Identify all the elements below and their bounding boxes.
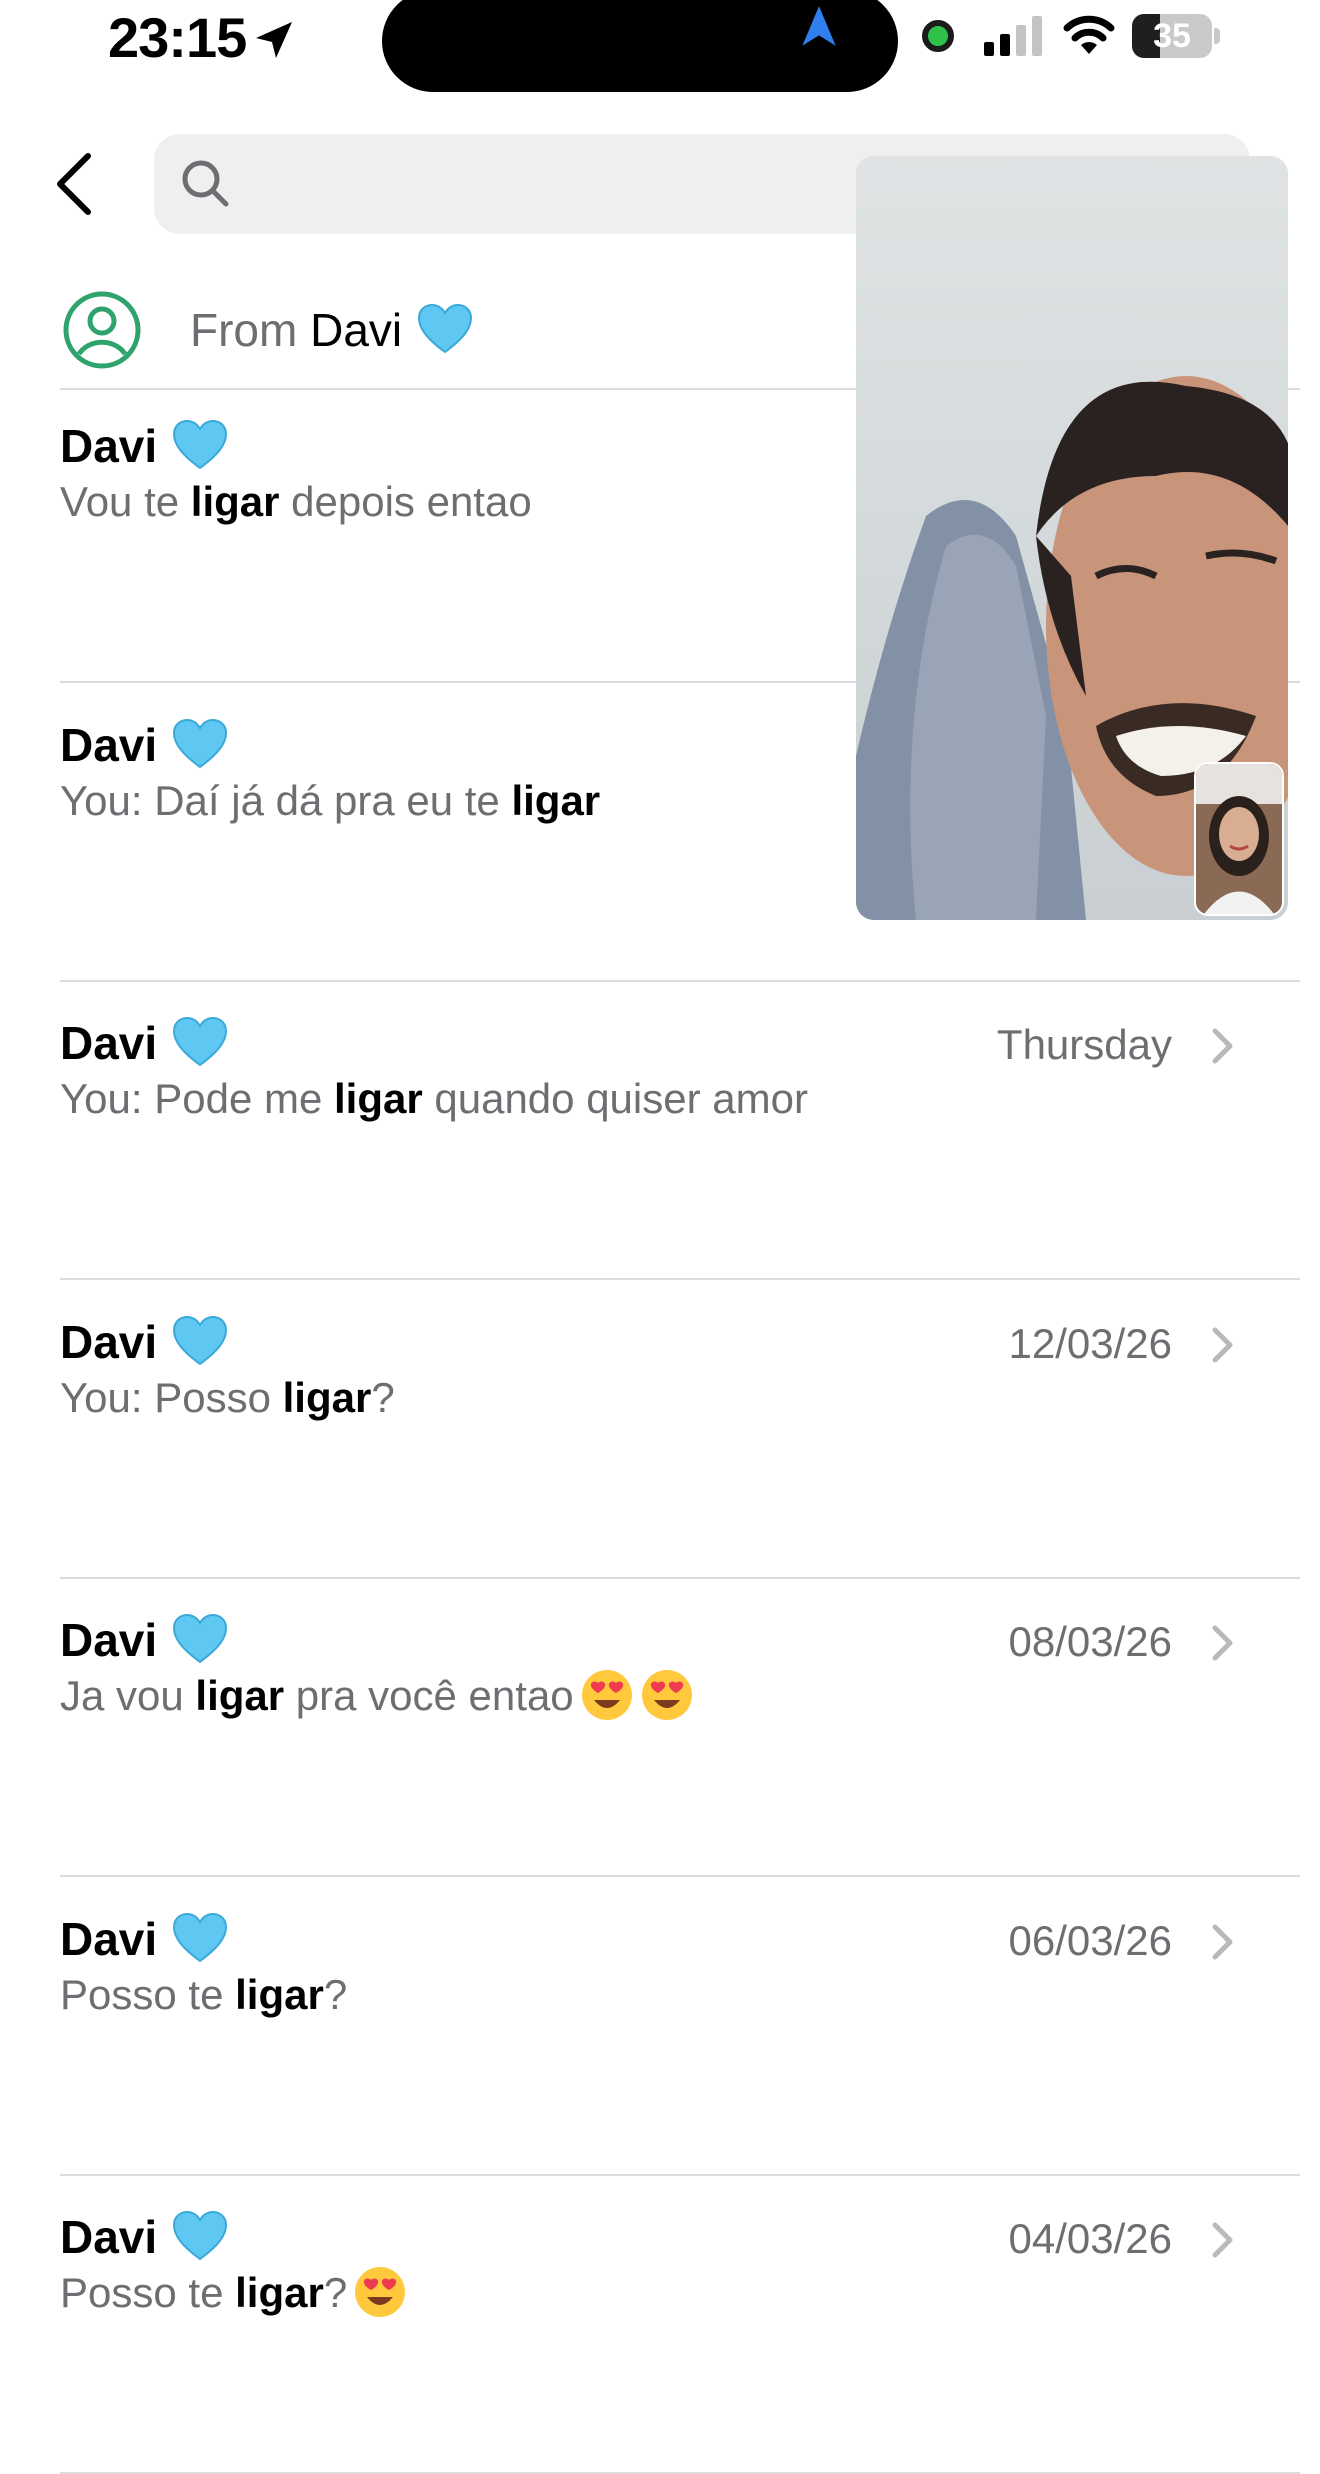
search-result-row[interactable]: Davi Posso te ligar? 04/03/26 bbox=[0, 2181, 1320, 2474]
result-snippet: Vou te ligar depois entao bbox=[60, 478, 532, 525]
search-match-highlight: ligar bbox=[235, 1970, 324, 2018]
divider bbox=[60, 1576, 1300, 1579]
chevron-right-icon bbox=[1212, 1028, 1233, 1064]
divider bbox=[60, 979, 1300, 982]
chevron-right-icon bbox=[1212, 1924, 1233, 1959]
camera-in-use-indicator bbox=[922, 20, 954, 52]
result-date: Thursday bbox=[996, 1021, 1172, 1068]
filter-label: From Davi bbox=[190, 302, 474, 358]
result-date: 06/03/26 bbox=[1008, 1916, 1173, 1964]
search-match-highlight: ligar bbox=[282, 1373, 372, 1421]
self-video-thumbnail[interactable] bbox=[1194, 762, 1284, 916]
location-arrow-icon bbox=[256, 22, 292, 58]
navigation-arrow-icon bbox=[802, 6, 836, 46]
chevron-right-icon bbox=[1212, 2222, 1233, 2258]
filter-prefix: From bbox=[190, 304, 298, 356]
blue-heart-icon bbox=[173, 1016, 228, 1067]
result-sender: Davi bbox=[60, 717, 229, 773]
search-match-highlight: ligar bbox=[190, 478, 280, 525]
back-button[interactable] bbox=[48, 150, 100, 218]
result-date: 12/03/26 bbox=[1008, 1319, 1173, 1367]
blue-heart-icon bbox=[173, 1315, 228, 1365]
result-date: 08/03/26 bbox=[1008, 1618, 1173, 1665]
search-result-row[interactable]: Davi You: Posso ligar? 12/03/26 bbox=[0, 1286, 1320, 1579]
divider bbox=[60, 2173, 1300, 2176]
result-sender: Davi bbox=[60, 418, 229, 474]
result-snippet: Ja vou ligar pra você entao bbox=[60, 1668, 694, 1724]
blue-heart-icon bbox=[173, 1912, 228, 1962]
result-sender: Davi bbox=[60, 1015, 229, 1071]
blue-heart-icon bbox=[173, 718, 228, 768]
divider bbox=[60, 1875, 1300, 1877]
result-date: 04/03/26 bbox=[1008, 2215, 1173, 2262]
search-match-highlight: ligar bbox=[195, 1672, 285, 1719]
heart-eyes-emoji-icon bbox=[641, 1670, 692, 1720]
result-sender: Davi bbox=[60, 2209, 229, 2265]
chevron-right-icon bbox=[1212, 1625, 1233, 1661]
result-sender: Davi bbox=[60, 1612, 229, 1668]
dynamic-island bbox=[382, 0, 898, 92]
search-result-row[interactable]: Davi Ja vou ligar pra você entao 08/03/26 bbox=[0, 1584, 1320, 1877]
heart-eyes-emoji-icon bbox=[581, 1670, 632, 1720]
person-circle-icon bbox=[63, 291, 141, 369]
wifi-icon bbox=[1063, 15, 1115, 54]
heart-eyes-emoji-icon bbox=[355, 2267, 406, 2317]
result-snippet: Posso te ligar? bbox=[60, 1970, 348, 2018]
result-snippet: Posso te ligar? bbox=[60, 2265, 407, 2321]
search-match-highlight: ligar bbox=[334, 1075, 423, 1122]
blue-heart-icon bbox=[418, 303, 473, 354]
search-match-highlight: ligar bbox=[235, 2269, 324, 2316]
chevron-right-icon bbox=[1212, 1327, 1233, 1362]
status-bar: 23:15 35 bbox=[0, 0, 1320, 92]
result-sender: Davi bbox=[60, 1314, 229, 1370]
facetime-pip-window[interactable] bbox=[856, 156, 1288, 920]
battery-indicator: 35 bbox=[1132, 14, 1222, 58]
result-snippet: You: Posso ligar? bbox=[60, 1373, 395, 1421]
search-result-row[interactable]: Davi You: Pode me ligar quando quiser amo… bbox=[0, 987, 1320, 1280]
cellular-signal-icon bbox=[984, 16, 1042, 56]
blue-heart-icon bbox=[173, 1613, 228, 1664]
status-time: 23:15 bbox=[108, 6, 247, 69]
result-snippet: You: Pode me ligar quando quiser amor bbox=[60, 1075, 808, 1122]
result-sender: Davi bbox=[60, 1911, 229, 1967]
search-match-highlight: ligar bbox=[511, 776, 601, 824]
battery-percentage: 35 bbox=[1153, 17, 1191, 55]
divider bbox=[60, 1278, 1300, 1280]
search-result-row[interactable]: Davi Posso te ligar? 06/03/26 bbox=[0, 1883, 1320, 2176]
search-icon bbox=[182, 160, 229, 207]
blue-heart-icon bbox=[173, 2210, 228, 2261]
filter-contact-name: Davi bbox=[310, 304, 403, 356]
blue-heart-icon bbox=[173, 419, 228, 470]
result-snippet: You: Daí já dá pra eu te ligar bbox=[60, 776, 601, 824]
